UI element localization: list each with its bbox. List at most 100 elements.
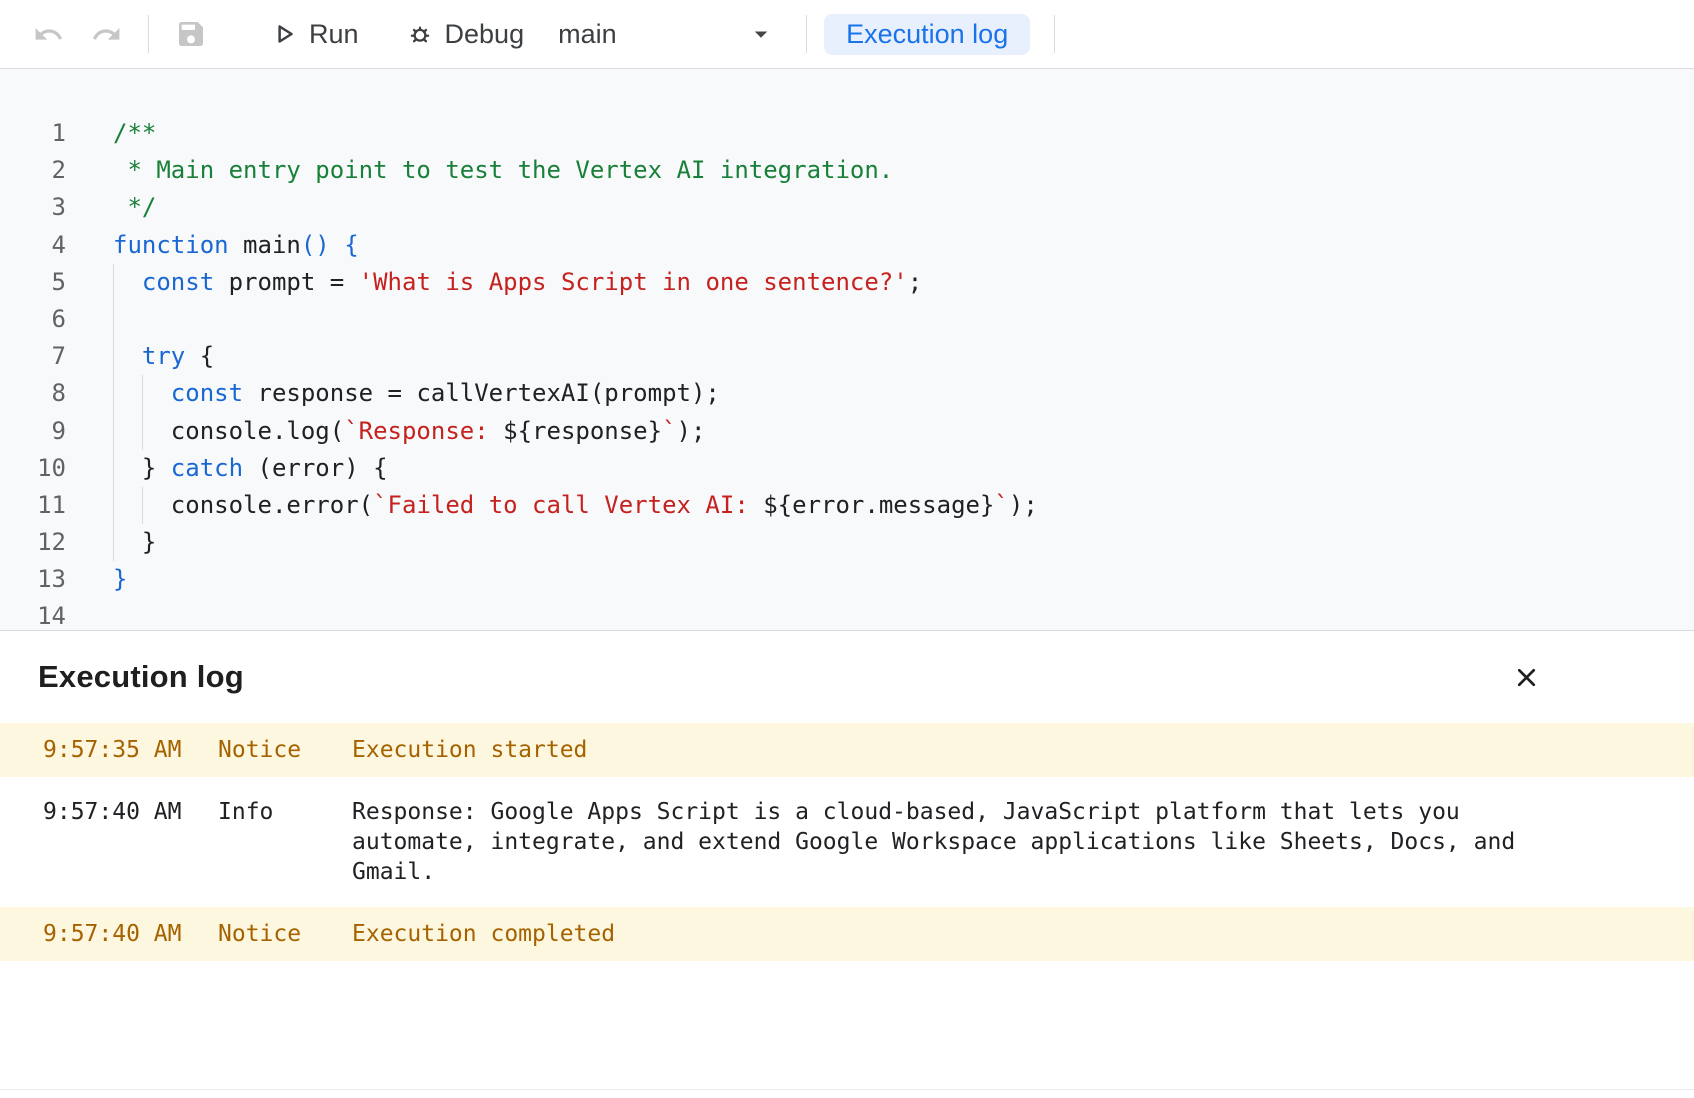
toolbar-divider — [148, 15, 149, 53]
toolbar: Run Debug main Execution log — [0, 0, 1694, 69]
line-content: console.log(`Response: ${response}`); — [113, 413, 705, 450]
execution-log-button-label: Execution log — [846, 19, 1008, 50]
code-token: ; — [908, 268, 922, 296]
code-token: } — [113, 565, 127, 593]
log-timestamp: 9:57:35 AM — [43, 735, 218, 765]
code-token: ); — [677, 417, 706, 445]
line-number[interactable]: 13 — [0, 561, 66, 598]
line-content: } catch (error) { — [113, 450, 388, 487]
log-row: 9:57:40 AMInfoResponse: Google Apps Scri… — [0, 777, 1694, 907]
line-number[interactable]: 11 — [0, 487, 66, 524]
line-number[interactable]: 14 — [0, 598, 66, 630]
line-content: console.error(`Failed to call Vertex AI:… — [113, 487, 1038, 524]
code-line[interactable]: 1 /** — [0, 115, 1694, 152]
code-token: ${error.message} — [763, 491, 994, 519]
log-level: Info — [218, 797, 352, 827]
execution-log-button[interactable]: Execution log — [824, 14, 1030, 55]
run-button[interactable]: Run — [269, 19, 359, 50]
line-number[interactable]: 1 — [0, 115, 66, 152]
code-token: console.log( — [113, 417, 344, 445]
line-content: } — [113, 524, 156, 561]
indent-guide — [113, 264, 114, 301]
line-number[interactable]: 7 — [0, 338, 66, 375]
redo-button[interactable] — [84, 12, 128, 56]
bottom-edge-divider — [0, 1089, 1694, 1090]
log-timestamp: 9:57:40 AM — [43, 919, 218, 949]
debug-bug-icon — [405, 19, 435, 49]
debug-button[interactable]: Debug — [405, 19, 525, 50]
code-token: main — [229, 231, 301, 259]
code-token: console.error( — [113, 491, 373, 519]
log-level: Notice — [218, 735, 352, 765]
line-number[interactable]: 5 — [0, 264, 66, 301]
code-token: () — [301, 231, 330, 259]
line-content: * Main entry point to test the Vertex AI… — [113, 152, 893, 189]
line-content: try { — [113, 338, 214, 375]
code-editor[interactable]: 1 /** 2 * Main entry point to test the Ver… — [0, 69, 1694, 630]
code-token: ); — [1009, 491, 1038, 519]
code-token: */ — [113, 193, 156, 221]
code-line[interactable]: 7 try { — [0, 338, 1694, 375]
line-number[interactable]: 9 — [0, 413, 66, 450]
code-line[interactable]: 8 const response = callVertexAI(prompt); — [0, 375, 1694, 412]
log-message: Response: Google Apps Script is a cloud-… — [352, 797, 1543, 887]
line-content: const prompt = 'What is Apps Script in o… — [113, 264, 922, 301]
code-token: ` — [662, 417, 676, 445]
code-line[interactable]: 2 * Main entry point to test the Vertex … — [0, 152, 1694, 189]
code-token: * Main entry point to test the Vertex AI… — [113, 156, 893, 184]
close-button[interactable] — [1504, 655, 1548, 699]
code-token: `Failed to call Vertex AI: — [373, 491, 763, 519]
chevron-down-icon — [746, 19, 776, 49]
code-line[interactable]: 4 function main() { — [0, 227, 1694, 264]
code-line[interactable]: 10 } catch (error) { — [0, 450, 1694, 487]
toolbar-divider — [806, 15, 807, 53]
save-button[interactable] — [169, 12, 213, 56]
close-icon — [1512, 663, 1541, 692]
code-token: const — [142, 268, 214, 296]
line-number[interactable]: 6 — [0, 301, 66, 338]
line-content: function main() { — [113, 227, 359, 264]
code-line[interactable]: 9 console.log(`Response: ${response}`); — [0, 413, 1694, 450]
code-token: `Response: — [344, 417, 503, 445]
code-lines: 1 /** 2 * Main entry point to test the Ver… — [0, 115, 1694, 630]
code-token: } — [113, 454, 171, 482]
code-line[interactable]: 11 console.error(`Failed to call Vertex … — [0, 487, 1694, 524]
indent-guide — [142, 413, 143, 450]
line-number[interactable]: 12 — [0, 524, 66, 561]
code-token: prompt = — [214, 268, 359, 296]
function-selector-value: main — [558, 19, 617, 50]
code-token: /** — [113, 119, 156, 147]
execution-log-title: Execution log — [38, 659, 244, 695]
indent-guide — [142, 487, 143, 524]
function-selector[interactable]: main — [558, 19, 776, 50]
code-token: { — [344, 231, 358, 259]
code-line[interactable]: 13} — [0, 561, 1694, 598]
code-token: function — [113, 231, 229, 259]
code-line[interactable]: 12 } — [0, 524, 1694, 561]
line-content: const response = callVertexAI(prompt); — [113, 375, 720, 412]
log-message: Execution completed — [352, 919, 615, 949]
code-line[interactable]: 14 — [0, 598, 1694, 630]
log-entries: 9:57:35 AMNoticeExecution started9:57:40… — [0, 723, 1694, 961]
code-token: ${response} — [503, 417, 662, 445]
toolbar-divider — [1054, 15, 1055, 53]
run-label: Run — [309, 19, 359, 50]
undo-button[interactable] — [26, 12, 70, 56]
indent-guide — [113, 375, 114, 412]
code-line[interactable]: 5 const prompt = 'What is Apps Script in… — [0, 264, 1694, 301]
indent-guide — [142, 375, 143, 412]
code-token: (error) { — [243, 454, 388, 482]
line-number[interactable]: 10 — [0, 450, 66, 487]
code-line[interactable]: 3 */ — [0, 189, 1694, 226]
code-token — [330, 231, 344, 259]
line-number[interactable]: 3 — [0, 189, 66, 226]
indent-guide — [113, 524, 114, 561]
code-line[interactable]: 6 — [0, 301, 1694, 338]
line-number[interactable]: 2 — [0, 152, 66, 189]
line-number[interactable]: 4 — [0, 227, 66, 264]
line-content: } — [113, 561, 127, 598]
log-row: 9:57:40 AMNoticeExecution completed — [0, 907, 1694, 961]
line-number[interactable]: 8 — [0, 375, 66, 412]
line-content: */ — [113, 189, 156, 226]
log-timestamp: 9:57:40 AM — [43, 797, 218, 827]
